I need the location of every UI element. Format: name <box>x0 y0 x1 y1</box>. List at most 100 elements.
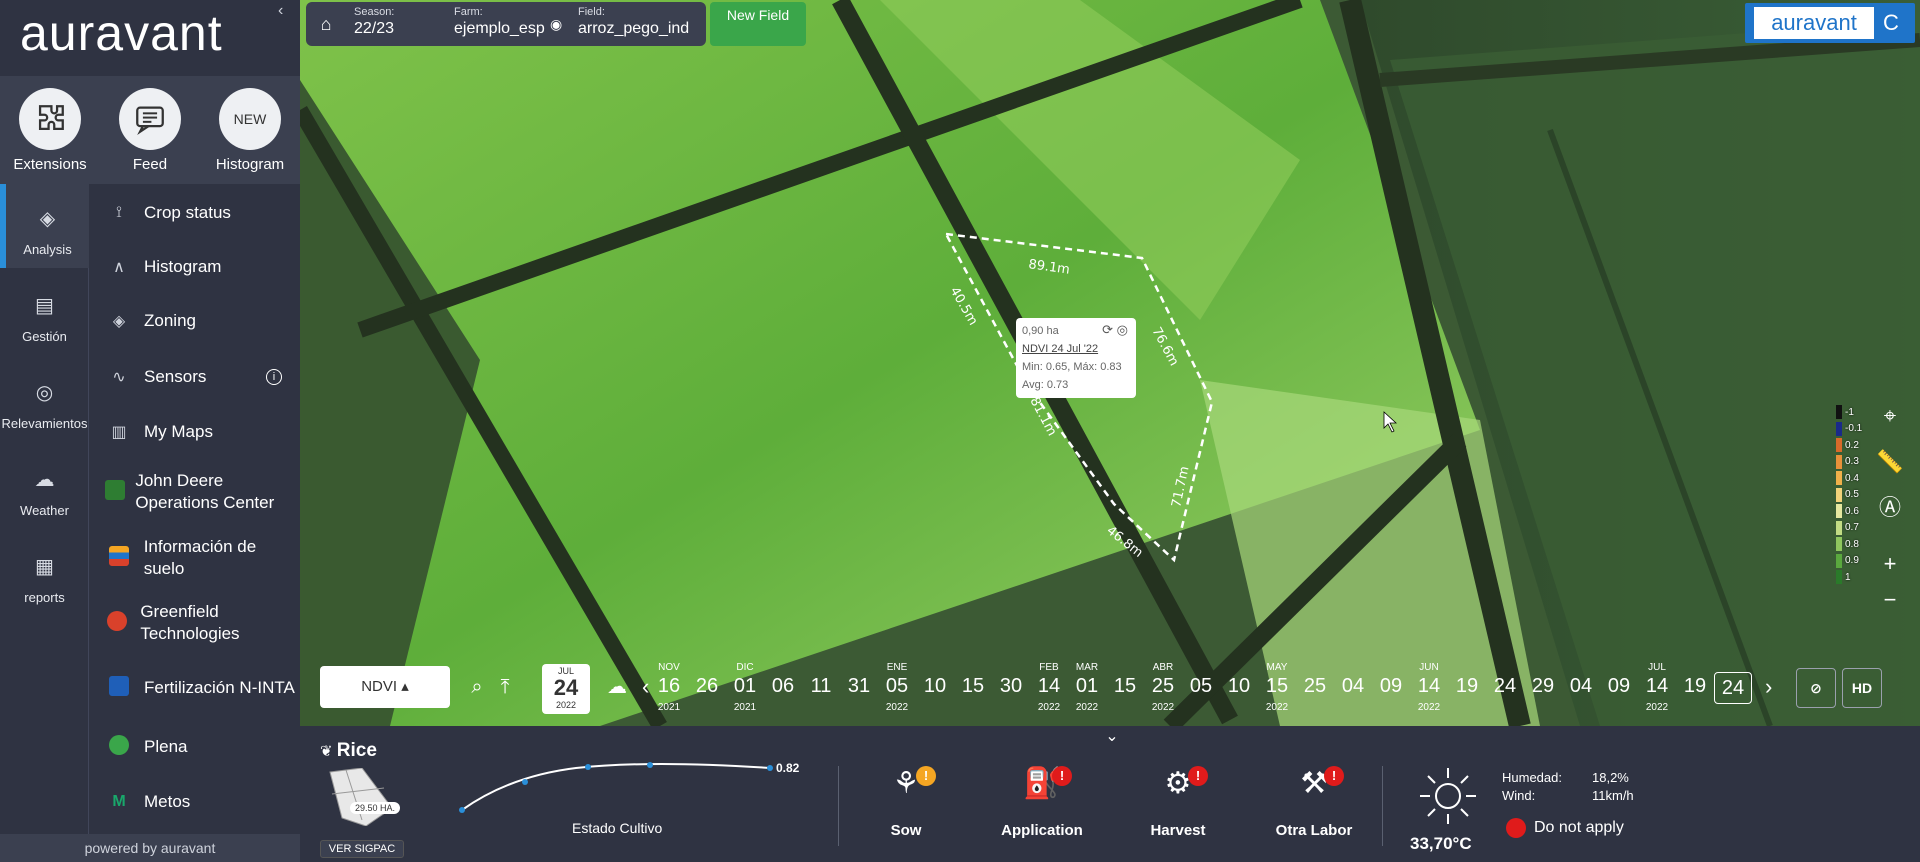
brand-logo[interactable]: auravant <box>0 0 300 76</box>
location-pin-icon[interactable]: ⌖ <box>1872 398 1908 434</box>
date-cell[interactable]: 24 <box>1714 662 1752 716</box>
farm-selector[interactable]: Farm: ejemplo_esp <box>454 6 545 38</box>
date-cell[interactable]: 19 <box>1448 662 1486 716</box>
feed-button[interactable]: Feed <box>105 88 195 173</box>
zoom-out-icon[interactable]: − <box>1872 582 1908 618</box>
date-cell[interactable]: 10 <box>916 662 954 716</box>
field-selector[interactable]: Field: arroz_pego_ind <box>578 6 689 38</box>
cloud-filter-icon[interactable]: ☁ <box>602 672 632 702</box>
menu-histogram[interactable]: ∧ Histogram <box>90 254 300 280</box>
date-cell[interactable]: 24 <box>1486 662 1524 716</box>
index-select[interactable]: NDVI ▴ <box>320 666 450 708</box>
date-cell[interactable]: NOV 16 2021 <box>650 662 688 716</box>
date-cell[interactable]: JUL 14 2022 <box>1638 662 1676 716</box>
home-icon[interactable]: ⌂ <box>312 10 340 38</box>
field-thumbnail[interactable] <box>322 768 396 826</box>
rail-relevamientos[interactable]: ◎ Relevamientos <box>0 358 89 442</box>
search-icon[interactable]: ⌕ <box>462 672 492 702</box>
date-cell[interactable]: 31 <box>840 662 878 716</box>
date-day: 09 <box>1607 675 1631 697</box>
auravant-badge[interactable]: auravant C <box>1745 3 1915 43</box>
popup-ndvi-link[interactable]: NDVI 24 Jul '22 <box>1022 340 1130 358</box>
zoom-in-icon[interactable]: + <box>1872 546 1908 582</box>
date-cell[interactable]: 06 <box>764 662 802 716</box>
timeline-next-icon[interactable]: › <box>1765 674 1772 700</box>
date-cell[interactable]: JUN 14 2022 <box>1410 662 1448 716</box>
harvest-action[interactable]: ⚙! Harvest <box>1118 766 1238 839</box>
ver-sigpac-button[interactable]: VER SIGPAC <box>320 840 404 858</box>
menu-metos[interactable]: M Metos <box>90 789 300 815</box>
hd-button[interactable]: HD <box>1842 668 1882 708</box>
legend-value: 0.8 <box>1845 538 1859 550</box>
date-cell[interactable]: 09 <box>1372 662 1410 716</box>
application-action[interactable]: ⛽! Application <box>982 766 1102 839</box>
date-day: 24 <box>1714 672 1752 704</box>
date-cell[interactable]: 26 <box>688 662 726 716</box>
menu-my-maps[interactable]: ▥ My Maps <box>90 419 300 445</box>
cloud-off-button[interactable]: ⊘ <box>1796 668 1836 708</box>
date-day: 05 <box>885 675 909 697</box>
info-icon[interactable]: i <box>266 369 282 385</box>
date-cell[interactable]: 04 <box>1562 662 1600 716</box>
extensions-button[interactable]: Extensions <box>5 88 95 173</box>
date-cell[interactable]: 15 <box>954 662 992 716</box>
menu-plena[interactable]: Plena <box>90 734 300 760</box>
menu-greenfield[interactable]: Greenfield Technologies <box>90 599 300 647</box>
eye-icon[interactable]: ◉ <box>550 16 562 33</box>
shovel-icon: ⚒! <box>1284 766 1344 816</box>
field-hectares: 29.50 HA. <box>350 802 401 814</box>
menu-informacion-suelo[interactable]: Información de suelo <box>90 534 300 582</box>
new-field-button[interactable]: New Field <box>710 2 806 46</box>
rail-reports[interactable]: ▦ reports <box>0 532 89 616</box>
menu-zoning[interactable]: ◈ Zoning <box>90 308 300 334</box>
date-cell[interactable]: FEB 14 2022 <box>1030 662 1068 716</box>
rail-gestion[interactable]: ▤ Gestión <box>0 271 89 355</box>
date-cell[interactable]: ABR 25 2022 <box>1144 662 1182 716</box>
otra-labor-action[interactable]: ⚒! Otra Labor <box>1254 766 1374 839</box>
ruler-icon[interactable]: 📏 <box>1872 444 1908 480</box>
refresh-pin-icons[interactable]: ⟳ ◎ <box>1102 321 1128 339</box>
timeline-prev-icon[interactable]: ‹ <box>642 674 649 700</box>
crop-name: ❦ Rice <box>320 740 377 761</box>
date-cell[interactable]: 05 <box>1182 662 1220 716</box>
upload-icon[interactable]: ⤒ <box>490 672 520 702</box>
date-day: 15 <box>1265 675 1289 697</box>
menu-crop-status[interactable]: ⟟ Crop status <box>90 200 300 226</box>
date-yr: 2022 <box>1645 702 1669 713</box>
date-cell[interactable]: 29 <box>1524 662 1562 716</box>
field-selector-bar: ⌂ Season: 22/23 Farm: ejemplo_esp ◉ Fiel… <box>306 2 706 46</box>
date-cell[interactable]: 04 <box>1334 662 1372 716</box>
date-day: 14 <box>1645 675 1669 697</box>
legend-entry: 0.6 <box>1836 503 1859 519</box>
date-cell[interactable]: MAY 15 2022 <box>1258 662 1296 716</box>
date-cell[interactable]: ENE 05 2022 <box>878 662 916 716</box>
collapse-panel-icon[interactable]: ⌄ <box>1092 726 1132 750</box>
compare-ab-icon[interactable]: Ⓐ <box>1872 490 1908 526</box>
date-cell[interactable]: 15 <box>1106 662 1144 716</box>
date-cell[interactable]: 10 <box>1220 662 1258 716</box>
legend-swatch <box>1836 553 1842 568</box>
histogram-new-button[interactable]: NEW Histogram <box>205 88 295 173</box>
date-cell[interactable]: 19 <box>1676 662 1714 716</box>
date-mon: MAY <box>1266 662 1288 673</box>
soil-layers-icon <box>104 545 134 571</box>
rail-analysis[interactable]: ◈ Analysis <box>0 184 89 268</box>
date-cell[interactable]: DIC 01 2021 <box>726 662 764 716</box>
menu-fertilizacion-inta[interactable]: Fertilización N-INTA <box>90 664 300 712</box>
date-cell[interactable]: 30 <box>992 662 1030 716</box>
inta-icon <box>104 675 134 701</box>
sow-action[interactable]: ⚘! Sow <box>846 766 966 839</box>
date-cell[interactable]: 11 <box>802 662 840 716</box>
season-selector[interactable]: Season: 22/23 <box>354 6 394 38</box>
date-cell[interactable]: 25 <box>1296 662 1334 716</box>
legend-entry: 0.7 <box>1836 520 1859 536</box>
menu-john-deere[interactable]: John Deere Operations Center <box>90 468 300 516</box>
date-cell[interactable]: MAR 01 2022 <box>1068 662 1106 716</box>
date-cell[interactable]: 09 <box>1600 662 1638 716</box>
collapse-sidebar-icon[interactable]: ‹ <box>278 2 283 20</box>
legend-entry: 0.2 <box>1836 437 1859 453</box>
selected-date[interactable]: JUL 24 2022 <box>542 664 590 714</box>
rail-weather[interactable]: ☁ Weather <box>0 445 89 529</box>
menu-sensors[interactable]: ∿ Sensors i <box>90 364 300 390</box>
legend-entry: 0.5 <box>1836 487 1859 503</box>
